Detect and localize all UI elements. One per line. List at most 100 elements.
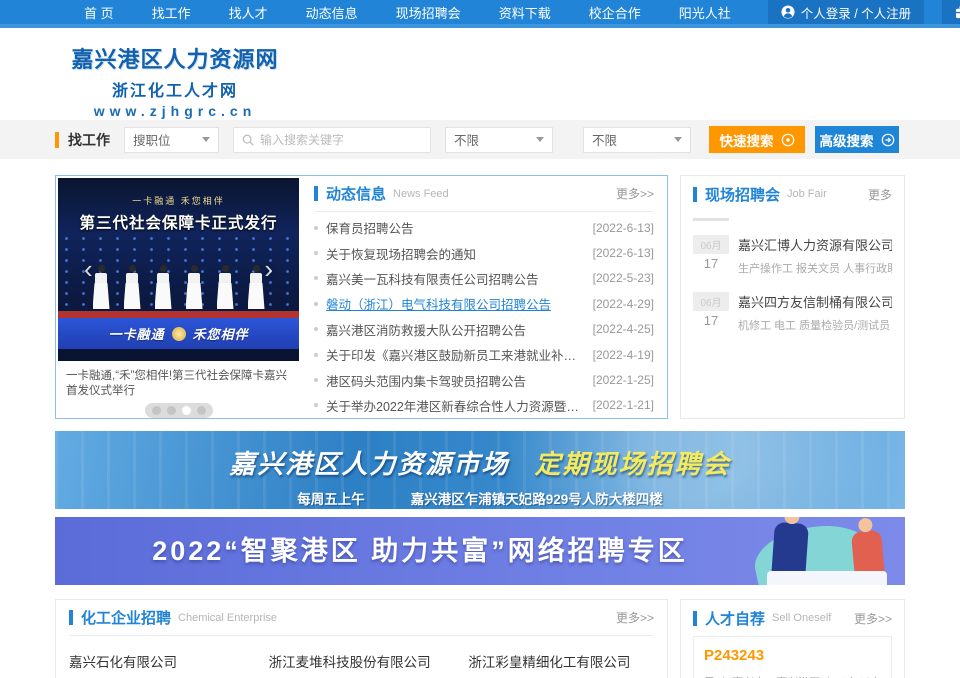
section-accent-bar [69,610,73,625]
filter-select-2[interactable]: 不限 [583,127,691,153]
chevron-down-icon [536,137,544,142]
news-item[interactable]: 港区码头范围内集卡驾驶员招聘公告[2022-1-25] [314,367,654,392]
news-more-link[interactable]: 更多>> [616,185,654,202]
bullet-icon [314,378,318,382]
quick-search-button[interactable]: 快速搜索 [709,126,805,153]
personal-login-label: 个人登录 / 个人注册 [801,3,911,22]
search-label: 找工作 [68,130,110,150]
nav-downloads[interactable]: 资料下载 [480,3,570,22]
job-fair-item[interactable]: 06月 17 嘉兴四方友信制桶有限公司 机修工 电工 质量检验员/测试员 叉车.… [693,292,892,333]
banner-script-left: 一卡融通 [108,324,164,343]
news-feed-subtitle: News Feed [393,188,449,200]
advanced-search-button[interactable]: 高级搜索 [815,126,899,153]
site-logo[interactable]: 嘉兴港区人力资源网 浙江化工人才网 www.zjhgrc.cn [55,42,295,119]
job-fair-company: 嘉兴汇博人力资源有限公司 [738,235,892,254]
person-figure [124,265,141,309]
filter-1-value: 不限 [454,130,479,149]
arrow-right-circle-icon [881,133,895,147]
nav-find-job[interactable]: 找工作 [133,3,210,22]
news-item-title: 嘉兴美一瓦科技有限责任公司招聘公告 [326,269,583,288]
site-subtitle: 浙江化工人才网 [55,77,295,101]
company-item[interactable]: 浙江麦堆科技股份有限公司 销售专员 会计 土建主管 [269,651,455,678]
news-item-date: [2022-4-19] [593,348,654,362]
company-item[interactable]: 嘉兴石化有限公司 工艺员 设备管理 警卫（残疾工） [69,651,255,678]
nav-home[interactable]: 首 页 [65,3,133,22]
job-fair-jobs: 生产操作工 报关文员 人事行政助理... [738,260,892,276]
news-item[interactable]: 关于恢复现场招聘会的通知[2022-6-13] [314,240,654,265]
carousel-dots [145,403,213,418]
carousel-dot-active[interactable] [182,406,191,415]
talent-more-link[interactable]: 更多>> [854,610,892,627]
nav-school-cooperation[interactable]: 校企合作 [570,3,660,22]
quick-search-label: 快速搜索 [720,130,774,150]
news-item-date: [2022-4-25] [593,322,654,336]
carousel-prev-button[interactable]: ‹ [84,256,93,282]
nav-job-fair[interactable]: 现场招聘会 [377,3,480,22]
search-input[interactable] [260,133,422,147]
date-badge: 06月 17 [693,235,729,276]
talent-panel: 人才自荐 Sell Oneself 更多>> P243243 男 ｜ 嘉兴市→嘉… [680,599,905,678]
news-section: 一卡融通 禾您相伴 第三代社会保障卡正式发行 一卡融通 禾您 [55,175,668,419]
chemical-more-link[interactable]: 更多>> [616,609,654,626]
carousel-dot[interactable] [197,406,206,415]
news-item-date: [2022-4-29] [593,297,654,311]
job-market-banner[interactable]: 嘉兴港区人力资源市场 定期现场招聘会 每周五上午嘉兴港区乍浦镇天妃路929号人防… [55,431,905,509]
chemical-subtitle: Chemical Enterprise [178,612,277,624]
news-list: 保育员招聘公告[2022-6-13] 关于恢复现场招聘会的通知[2022-6-1… [314,212,654,418]
topbar-actions: 个人登录 / 个人注册 企业入口 [750,0,960,24]
bullet-icon [314,353,318,357]
nav-sunshine-hr[interactable]: 阳光人社 [660,3,750,22]
banner2-illustration [731,517,891,585]
page: 首 页 找工作 找人才 动态信息 现场招聘会 资料下载 校企合作 阳光人社 个人… [0,0,960,678]
news-item-date: [2022-6-13] [593,246,654,260]
company-name: 浙江彩皇精细化工有限公司 [468,651,654,671]
job-fair-info: 嘉兴汇博人力资源有限公司 生产操作工 报关文员 人事行政助理... [738,235,892,276]
chevron-down-icon [202,137,210,142]
search-bar: 找工作 搜职位 不限 不限 快速搜索 [0,120,960,159]
news-item[interactable]: 嘉兴港区消防救援大队公开招聘公告 [2022-4-25] [314,317,654,342]
job-category-select[interactable]: 搜职位 [124,127,219,153]
talent-subtitle: Sell Oneself [772,612,831,624]
carousel-dot[interactable] [152,406,161,415]
job-fair-jobs: 机修工 电工 质量检验员/测试员 叉车... [738,317,892,333]
carousel: 一卡融通 禾您相伴 第三代社会保障卡正式发行 一卡融通 禾您 [56,176,301,418]
carousel-next-button[interactable]: › [264,256,273,282]
job-fair-item[interactable]: 06月 17 嘉兴汇博人力资源有限公司 生产操作工 报关文员 人事行政助理... [693,235,892,276]
chemical-title: 化工企业招聘 [81,607,171,628]
date-month: 06月 [693,292,729,311]
news-item-title: 关于举办2022年港区新春综合性人力资源暨春风... [326,396,583,415]
stage-floor [58,311,299,318]
bullet-icon [314,251,318,255]
job-fair-panel: 现场招聘会 Job Fair 更多 06月 17 嘉兴汇博人力资源有限公司 生产… [680,175,905,419]
banner1-schedule: 每周五上午 [297,492,365,507]
talent-item[interactable]: P243243 男 ｜ 嘉兴市→嘉兴港区 ｜ 八年以上 [693,636,892,678]
keyword-search-box [233,127,431,153]
news-item[interactable]: 保育员招聘公告[2022-6-13] [314,215,654,240]
news-item[interactable]: 嘉兴美一瓦科技有限责任公司招聘公告[2022-5-23] [314,266,654,291]
news-item[interactable]: 关于印发《嘉兴港区鼓励新员工来港就业补助操作...[2022-4-19] [314,342,654,367]
filter-select-1[interactable]: 不限 [445,127,553,153]
grain-logo-icon [172,327,186,341]
carousel-slide[interactable]: 一卡融通 禾您相伴 第三代社会保障卡正式发行 一卡融通 禾您 [58,178,299,361]
carousel-caption[interactable]: 一卡融通,“禾”您相伴!第三代社会保障卡嘉兴首发仪式举行 [56,363,301,399]
site-title: 嘉兴港区人力资源网 [55,42,295,74]
personal-login-button[interactable]: 个人登录 / 个人注册 [768,0,924,24]
news-item[interactable]: 关于举办2022年港区新春综合性人力资源暨春风...[2022-1-21] [314,393,654,418]
person-icon [781,5,795,19]
date-day: 17 [693,311,729,328]
news-item-title: 嘉兴港区消防救援大队公开招聘公告 [326,320,583,339]
nav-news[interactable]: 动态信息 [287,3,377,22]
online-recruitment-banner[interactable]: 2022“智聚港区 助力共富”网络招聘专区 [55,517,905,585]
job-fair-header: 现场招聘会 Job Fair 更多 [693,176,892,212]
company-item[interactable]: 浙江彩皇精细化工有限公司 普工（制造科） 营业担当 [468,651,654,678]
news-item-title: 保育员招聘公告 [326,218,583,237]
news-item[interactable]: 磐动（浙江）电气科技有限公司招聘公告[2022-4-29] [314,291,654,316]
nav-find-talent[interactable]: 找人才 [210,3,287,22]
enterprise-entry-button[interactable]: 企业入口 [942,0,960,24]
chevron-down-icon [674,137,682,142]
job-fair-more-link[interactable]: 更多 [868,186,892,203]
talent-header: 人才自荐 Sell Oneself 更多>> [693,600,892,636]
carousel-dot[interactable] [167,406,176,415]
person-figure [248,265,265,309]
section-accent-bar [314,186,318,201]
